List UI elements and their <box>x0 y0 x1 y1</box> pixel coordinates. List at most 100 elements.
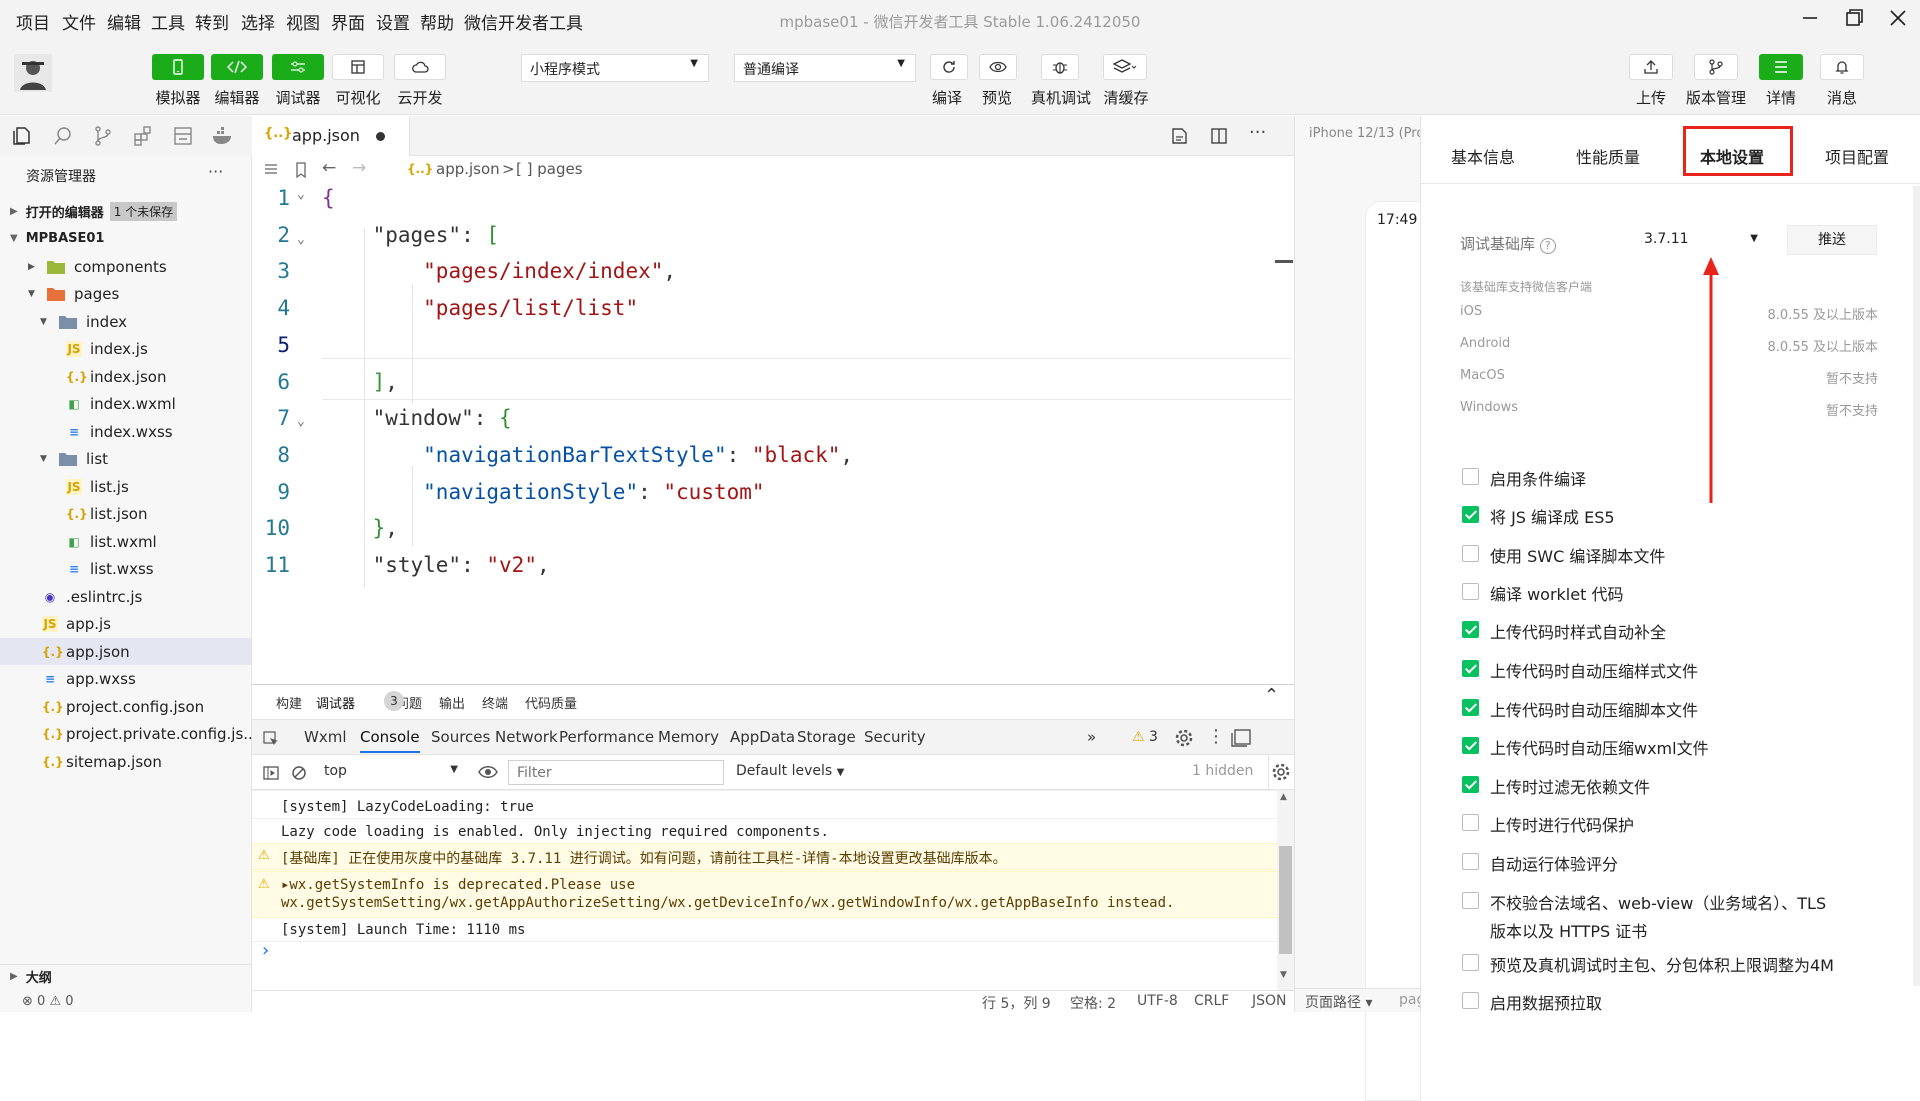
help-icon[interactable]: ? <box>1539 238 1556 254</box>
panel-scrollbar[interactable] <box>1913 186 1920 986</box>
option-checkbox[interactable] <box>1462 776 1479 793</box>
eye-icon[interactable] <box>477 764 499 780</box>
tab-performance[interactable]: 性能质量 <box>1576 144 1640 168</box>
warning-counter[interactable]: ⚠ 3 <box>1132 729 1158 745</box>
tree-item[interactable]: ▶ components <box>0 253 251 280</box>
option-checkbox[interactable] <box>1462 583 1479 600</box>
tree-item[interactable]: ◧ list.wxml <box>0 528 251 555</box>
devtools-top-tab[interactable]: 代码质量 <box>525 693 577 712</box>
tree-item[interactable]: {.} sitemap.json <box>0 748 251 775</box>
devtools-panel-tab[interactable]: Storage <box>797 728 856 746</box>
tree-item[interactable]: ▼ pages <box>0 281 251 308</box>
storage-icon[interactable] <box>172 125 194 147</box>
option-checkbox[interactable] <box>1462 545 1479 562</box>
bookmark-icon[interactable] <box>292 161 310 179</box>
editor-more-icon[interactable]: ··· <box>1249 122 1266 143</box>
devtools-panel-tab[interactable]: Network <box>495 728 558 746</box>
code-editor[interactable]: 1{2 "pages": [3 "pages/index/index", 4 "p… <box>252 184 1294 684</box>
more-icon[interactable]: ··· <box>208 162 223 181</box>
simulator-button[interactable] <box>152 54 204 80</box>
tab-app-json[interactable]: {..} app.json <box>252 116 410 156</box>
dock-icon[interactable] <box>1230 728 1252 748</box>
files-icon[interactable] <box>11 125 33 147</box>
extensions-icon[interactable] <box>132 125 154 147</box>
outline-section[interactable]: ▶ 大纲 <box>0 964 251 988</box>
console-scrollbar[interactable]: ▲ ▼ <box>1277 790 1294 990</box>
tree-item[interactable]: ▼ list <box>0 446 251 473</box>
close-icon[interactable] <box>1886 6 1910 30</box>
filter-input[interactable] <box>508 760 724 785</box>
collapse-icon[interactable]: ⌃ <box>1264 685 1279 706</box>
docker-icon[interactable] <box>211 125 235 147</box>
scroll-down-icon[interactable]: ▼ <box>1280 970 1287 980</box>
devtools-panel-tab[interactable]: Console <box>360 728 420 753</box>
split-editor-icon[interactable] <box>1208 125 1230 147</box>
clear-cache-button[interactable] <box>1103 54 1147 80</box>
option-checkbox[interactable] <box>1462 468 1479 485</box>
tree-item[interactable]: ≡ list.wxss <box>0 556 251 583</box>
option-checkbox[interactable] <box>1462 737 1479 754</box>
option-checkbox[interactable] <box>1462 660 1479 677</box>
tree-item[interactable]: {.} project.private.config.js... <box>0 721 258 748</box>
fold-chevron-icon[interactable]: ⌄ <box>297 187 305 202</box>
tree-item[interactable]: JS app.js <box>0 611 251 638</box>
push-button[interactable]: 推送 <box>1787 225 1877 255</box>
option-checkbox[interactable] <box>1462 506 1479 523</box>
tree-item[interactable]: ◧ index.wxml <box>0 391 251 418</box>
compile-select[interactable]: 普通编译 ▼ <box>734 54 916 82</box>
option-checkbox[interactable] <box>1462 892 1479 909</box>
devtools-top-tab[interactable]: 构建 <box>276 693 302 712</box>
devtools-panel-tab[interactable]: AppData <box>730 728 795 746</box>
device-label[interactable]: iPhone 12/13 (Pro <box>1309 126 1424 141</box>
kebab-menu-icon[interactable]: ⋮ <box>1207 726 1225 747</box>
page-path-select[interactable]: 页面路径 ▾ <box>1305 992 1372 1012</box>
context-select[interactable]: top ▼ <box>316 760 466 784</box>
compile-button[interactable] <box>930 54 968 80</box>
devtools-panel-tab[interactable]: Performance <box>559 728 654 746</box>
preview-button[interactable] <box>979 54 1017 80</box>
debugger-button[interactable] <box>272 54 324 80</box>
source-control-icon[interactable] <box>92 125 114 147</box>
scrollbar-thumb[interactable] <box>1279 846 1292 954</box>
cloud-button[interactable] <box>394 54 446 80</box>
gear-icon[interactable] <box>1174 728 1194 748</box>
status-item[interactable]: UTF-8 <box>1137 993 1178 1009</box>
version-button[interactable] <box>1694 54 1738 80</box>
status-item[interactable]: JSON <box>1252 993 1287 1009</box>
option-checkbox[interactable] <box>1462 699 1479 716</box>
list-icon[interactable] <box>262 161 280 179</box>
devtools-panel-tab[interactable]: Security <box>864 728 926 746</box>
inspect-icon[interactable] <box>262 730 280 748</box>
console-warning-row[interactable]: ⚠ ▸wx.getSystemInfo is deprecated.Please… <box>252 871 1277 918</box>
maximize-icon[interactable] <box>1842 6 1866 30</box>
lib-version-select[interactable]: 3.7.11 ▼ <box>1634 226 1768 256</box>
tree-item[interactable]: ◉ .eslintrc.js <box>0 583 251 610</box>
breadcrumb-file[interactable]: app.json <box>436 160 500 178</box>
fold-chevron-icon[interactable]: ⌄ <box>297 232 305 247</box>
tree-item[interactable]: {.} project.config.json <box>0 693 251 720</box>
visual-button[interactable] <box>332 54 384 80</box>
minimize-icon[interactable] <box>1798 6 1822 30</box>
project-section[interactable]: ▼ MPBASE01 <box>0 225 251 251</box>
fold-chevron-icon[interactable]: ⌄ <box>297 414 305 429</box>
unsaved-dot-icon[interactable] <box>376 132 385 141</box>
avatar[interactable] <box>14 54 52 92</box>
devtools-panel-tab[interactable]: Wxml <box>304 728 347 746</box>
log-levels-select[interactable]: Default levels ▼ <box>736 763 844 779</box>
devtools-panel-tab[interactable]: Memory <box>658 728 719 746</box>
console-prompt[interactable]: › <box>262 940 269 961</box>
mode-select[interactable]: 小程序模式 ▼ <box>521 54 709 82</box>
search-icon[interactable] <box>52 125 74 147</box>
option-checkbox[interactable] <box>1462 954 1479 971</box>
status-item[interactable]: CRLF <box>1194 993 1229 1009</box>
status-item[interactable]: 空格: 2 <box>1070 993 1116 1013</box>
option-checkbox[interactable] <box>1462 814 1479 831</box>
sidebar-toggle-icon[interactable] <box>262 764 280 782</box>
scroll-up-icon[interactable]: ▲ <box>1280 792 1287 802</box>
problems-indicator[interactable]: ⊗ 0 ⚠ 0 <box>0 990 251 1012</box>
tree-item[interactable]: {.} app.json <box>0 638 251 665</box>
devtools-panel-tab[interactable]: Sources <box>431 728 490 746</box>
tree-item[interactable]: JS list.js <box>0 473 251 500</box>
tree-item[interactable]: ▼ index <box>0 308 251 335</box>
tree-item[interactable]: JS index.js <box>0 336 251 363</box>
